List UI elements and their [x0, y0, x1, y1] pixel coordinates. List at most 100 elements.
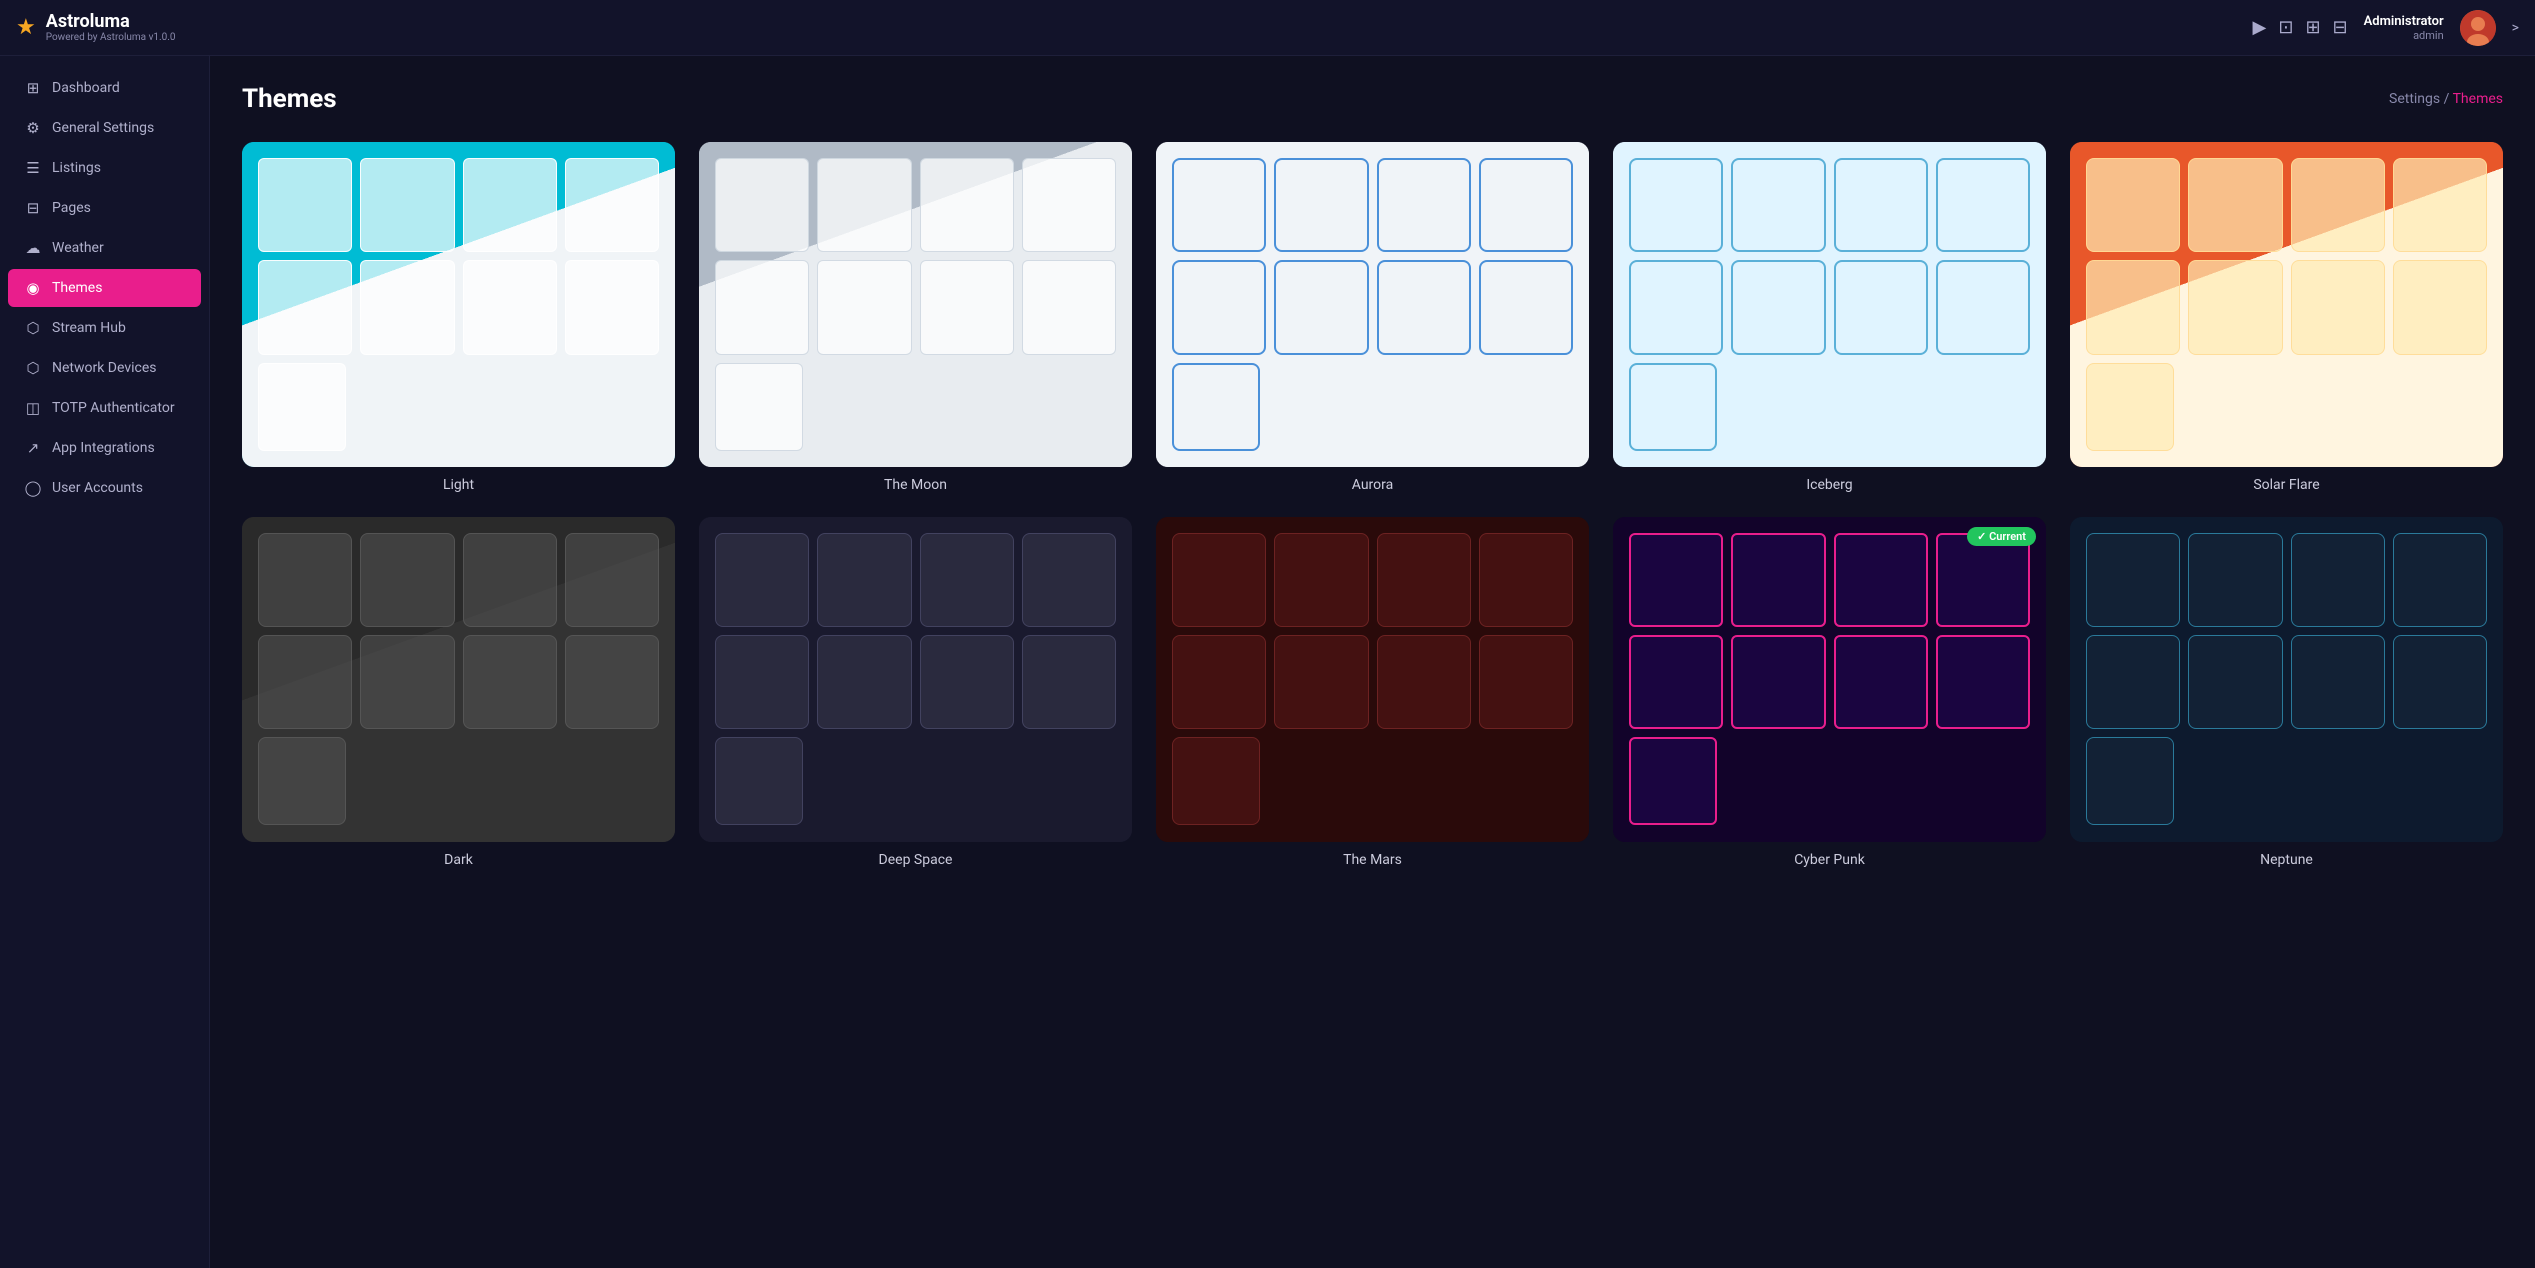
avatar[interactable]	[2460, 10, 2496, 46]
tp-block	[1629, 158, 1723, 252]
tp-block	[463, 158, 557, 252]
tp-block	[1731, 260, 1825, 354]
tp-block	[1834, 260, 1928, 354]
tp-block	[360, 533, 454, 627]
current-badge-label: ✓ Current	[1977, 530, 2026, 543]
theme-card-deepspace[interactable]: Deep Space	[699, 517, 1132, 868]
user-info: Administrator admin	[2364, 14, 2444, 42]
theme-card-dark[interactable]: Dark	[242, 517, 675, 868]
sidebar-item-stream-hub[interactable]: ⬡ Stream Hub	[8, 309, 201, 347]
tp-block	[1377, 260, 1471, 354]
tp-block	[1834, 158, 1928, 252]
page-title: Themes	[242, 84, 337, 114]
sidebar-item-network-devices[interactable]: ⬡ Network Devices	[8, 349, 201, 387]
tp-block	[1377, 158, 1471, 252]
tp-block	[1629, 533, 1723, 627]
sidebar-item-totp-authenticator[interactable]: ◫ TOTP Authenticator	[8, 389, 201, 427]
tp-block	[258, 158, 352, 252]
tp-block	[1172, 533, 1266, 627]
logo-text: Astroluma Powered by Astroluma v1.0.0	[46, 12, 176, 43]
sidebar-item-app-integrations[interactable]: ↗ App Integrations	[8, 429, 201, 467]
sidebar-item-general-settings[interactable]: ⚙ General Settings	[8, 109, 201, 147]
tp-block	[1172, 737, 1260, 825]
user-name: Administrator	[2364, 14, 2444, 29]
sidebar-item-label: Pages	[52, 200, 91, 216]
sidebar-item-label: Stream Hub	[52, 320, 126, 336]
totp-icon: ◫	[24, 399, 42, 417]
theme-card-iceberg[interactable]: Iceberg	[1613, 142, 2046, 493]
breadcrumb-prefix: Settings /	[2389, 91, 2449, 107]
sidebar-item-label: User Accounts	[52, 480, 143, 496]
theme-preview-moon	[699, 142, 1132, 467]
tp-block	[1274, 635, 1368, 729]
tp-block	[258, 635, 352, 729]
monitor-icon[interactable]: ⊡	[2278, 17, 2293, 38]
tp-block	[360, 260, 454, 354]
theme-card-light[interactable]: Light	[242, 142, 675, 493]
tp-block	[1629, 737, 1717, 825]
theme-card-neptune[interactable]: Neptune	[2070, 517, 2503, 868]
chevron-right-icon[interactable]: >	[2512, 20, 2519, 36]
tp-block	[1731, 533, 1825, 627]
tp-block	[565, 635, 659, 729]
tp-block	[360, 635, 454, 729]
topbar-left: ★ Astroluma Powered by Astroluma v1.0.0	[16, 12, 176, 43]
theme-card-cyberpunk[interactable]: ✓ Current	[1613, 517, 2046, 868]
page-header: Themes Settings / Themes	[242, 84, 2503, 114]
sidebar-item-pages[interactable]: ⊟ Pages	[8, 189, 201, 227]
tp-block	[715, 635, 809, 729]
qr-icon[interactable]: ⊟	[2333, 17, 2348, 38]
tp-block	[1936, 158, 2030, 252]
tp-block	[258, 363, 346, 451]
theme-card-moon[interactable]: The Moon	[699, 142, 1132, 493]
tp-block	[2086, 363, 2174, 451]
topbar-right: ▶ ⊡ ⊞ ⊟ Administrator admin >	[2253, 10, 2520, 46]
tp-block	[1022, 260, 1116, 354]
theme-preview-mars	[1156, 517, 1589, 842]
tp-block	[565, 260, 659, 354]
tp-block	[2393, 158, 2487, 252]
tp-block	[1479, 635, 1573, 729]
tp-block	[2188, 635, 2282, 729]
theme-name-moon: The Moon	[884, 477, 947, 493]
theme-preview-cyberpunk: ✓ Current	[1613, 517, 2046, 842]
tp-block	[715, 260, 809, 354]
theme-card-solar[interactable]: Solar Flare	[2070, 142, 2503, 493]
tp-block	[2086, 158, 2180, 252]
tp-block	[2188, 533, 2282, 627]
grid-layout-icon[interactable]: ⊞	[2305, 17, 2320, 38]
topbar: ★ Astroluma Powered by Astroluma v1.0.0 …	[0, 0, 2535, 56]
theme-preview-deepspace	[699, 517, 1132, 842]
themes-icon: ◉	[24, 279, 42, 297]
topbar-icons: ▶ ⊡ ⊞ ⊟	[2253, 17, 2348, 38]
sidebar-item-listings[interactable]: ☰ Listings	[8, 149, 201, 187]
tp-block	[1274, 158, 1368, 252]
pages-icon: ⊟	[24, 199, 42, 217]
theme-name-mars: The Mars	[1343, 852, 1402, 868]
weather-icon: ☁	[24, 239, 42, 257]
tp-block	[2393, 260, 2487, 354]
sidebar-item-dashboard[interactable]: ⊞ Dashboard	[8, 69, 201, 107]
sidebar-item-weather[interactable]: ☁ Weather	[8, 229, 201, 267]
theme-card-aurora[interactable]: Aurora	[1156, 142, 1589, 493]
tp-block	[1629, 260, 1723, 354]
tp-block	[715, 533, 809, 627]
youtube-icon[interactable]: ▶	[2253, 17, 2267, 38]
sidebar-item-user-accounts[interactable]: ◯ User Accounts	[8, 469, 201, 507]
tp-block	[463, 635, 557, 729]
tp-block	[360, 158, 454, 252]
sidebar-item-themes[interactable]: ◉ Themes	[8, 269, 201, 307]
logo-star-icon: ★	[16, 15, 36, 40]
app-name: Astroluma	[46, 12, 176, 32]
settings-icon: ⚙	[24, 119, 42, 137]
tp-block	[920, 635, 1014, 729]
tp-block	[715, 158, 809, 252]
theme-card-mars[interactable]: The Mars	[1156, 517, 1589, 868]
current-badge: ✓ Current	[1967, 527, 2036, 546]
main-content: Themes Settings / Themes	[210, 56, 2535, 1268]
tp-block	[1936, 260, 2030, 354]
app-subtitle: Powered by Astroluma v1.0.0	[46, 32, 176, 43]
tp-block	[817, 260, 911, 354]
tp-block	[1936, 533, 2030, 627]
tp-block	[1172, 158, 1266, 252]
